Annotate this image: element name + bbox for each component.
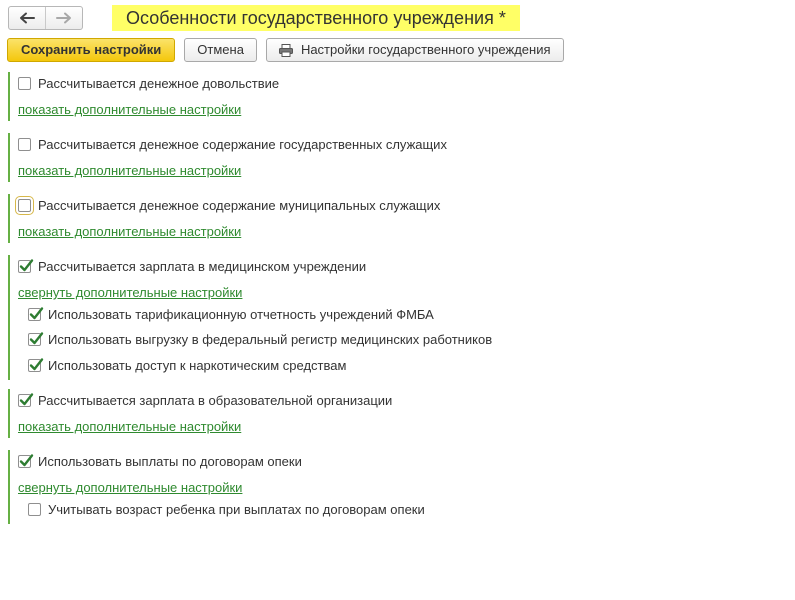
institution-settings-button[interactable]: Настройки государственного учреждения — [265, 38, 564, 62]
civil-servants-checkbox[interactable] — [18, 137, 31, 151]
education-label: Рассчитывается зарплата в образовательно… — [38, 392, 393, 408]
narcotics-access-label: Использовать доступ к наркотическим сред… — [48, 357, 347, 373]
institution-settings-label: Настройки государственного учреждения — [300, 42, 551, 57]
allowance-label: Рассчитывается денежное довольствие — [38, 75, 280, 91]
checkbox-row-guardianship[interactable]: Использовать выплаты по договорам опеки — [18, 453, 302, 469]
checkmark-icon — [29, 306, 44, 319]
medical-label: Рассчитывается зарплата в медицинском уч… — [38, 258, 367, 274]
cancel-button[interactable]: Отмена — [184, 38, 257, 62]
toolbar: Сохранить настройки Отмена Настройки гос… — [7, 38, 564, 62]
fmba-reporting-checkbox[interactable] — [28, 306, 44, 321]
checkbox-row-allowance[interactable]: Рассчитывается денежное довольствие — [18, 75, 279, 91]
federal-register-checkbox[interactable] — [28, 331, 44, 346]
settings-group-education — [8, 389, 10, 438]
federal-register-label: Использовать выгрузку в федеральный реги… — [48, 331, 493, 347]
arrow-left-icon — [20, 12, 35, 24]
back-button[interactable] — [9, 7, 45, 29]
settings-group-guardianship — [8, 450, 10, 524]
narcotics-access-checkbox[interactable] — [28, 357, 44, 372]
education-toggle-link[interactable]: показать дополнительные настройки — [18, 419, 241, 434]
checkbox-row-child-age[interactable]: Учитывать возраст ребенка при выплатах п… — [28, 501, 425, 517]
child-age-label: Учитывать возраст ребенка при выплатах п… — [48, 501, 425, 517]
save-button[interactable]: Сохранить настройки — [7, 38, 176, 62]
settings-group-allowance — [8, 72, 10, 121]
checkbox-row-fmba-reporting[interactable]: Использовать тарификационную отчетность … — [28, 306, 434, 322]
checkbox-row-civil-servants[interactable]: Рассчитывается денежное содержание госуд… — [18, 136, 447, 152]
checkbox-row-education[interactable]: Рассчитывается зарплата в образовательно… — [18, 392, 392, 408]
fmba-reporting-label: Использовать тарификационную отчетность … — [48, 306, 434, 322]
checkmark-icon — [29, 357, 44, 370]
checkbox-row-medical[interactable]: Рассчитывается зарплата в медицинском уч… — [18, 258, 366, 274]
settings-group-medical — [8, 255, 10, 380]
child-age-checkbox[interactable] — [28, 502, 41, 516]
medical-toggle-link[interactable]: свернуть дополнительные настройки — [18, 285, 242, 300]
municipal-servants-toggle-link[interactable]: показать дополнительные настройки — [18, 224, 241, 239]
civil-servants-toggle-link[interactable]: показать дополнительные настройки — [18, 163, 241, 178]
medical-checkbox[interactable] — [18, 258, 34, 273]
guardianship-checkbox[interactable] — [18, 453, 34, 468]
page-title: Особенности государственного учреждения … — [112, 5, 520, 31]
settings-group-civil-servants — [8, 133, 10, 182]
checkbox-row-narcotics-access[interactable]: Использовать доступ к наркотическим сред… — [28, 357, 346, 373]
allowance-toggle-link[interactable]: показать дополнительные настройки — [18, 102, 241, 117]
checkmark-icon — [29, 331, 44, 344]
municipal-servants-label: Рассчитывается денежное содержание муниц… — [38, 197, 441, 213]
checkmark-icon — [19, 258, 34, 271]
settings-group-municipal-servants — [8, 194, 10, 243]
navigation-buttons — [8, 6, 83, 30]
guardianship-toggle-link[interactable]: свернуть дополнительные настройки — [18, 480, 242, 495]
guardianship-label: Использовать выплаты по договорам опеки — [38, 453, 302, 469]
checkbox-row-federal-register[interactable]: Использовать выгрузку в федеральный реги… — [28, 331, 492, 347]
checkmark-icon — [19, 453, 34, 466]
forward-button[interactable] — [45, 7, 82, 29]
civil-servants-label: Рассчитывается денежное содержание госуд… — [38, 136, 447, 152]
education-checkbox[interactable] — [18, 392, 34, 407]
checkbox-row-municipal-servants[interactable]: Рассчитывается денежное содержание муниц… — [15, 195, 441, 215]
municipal-servants-checkbox[interactable] — [15, 195, 34, 215]
form-window: Особенности государственного учреждения … — [0, 0, 795, 600]
allowance-checkbox[interactable] — [18, 76, 31, 90]
arrow-right-icon — [56, 12, 71, 24]
checkmark-icon — [19, 392, 34, 405]
printer-icon — [278, 43, 293, 57]
